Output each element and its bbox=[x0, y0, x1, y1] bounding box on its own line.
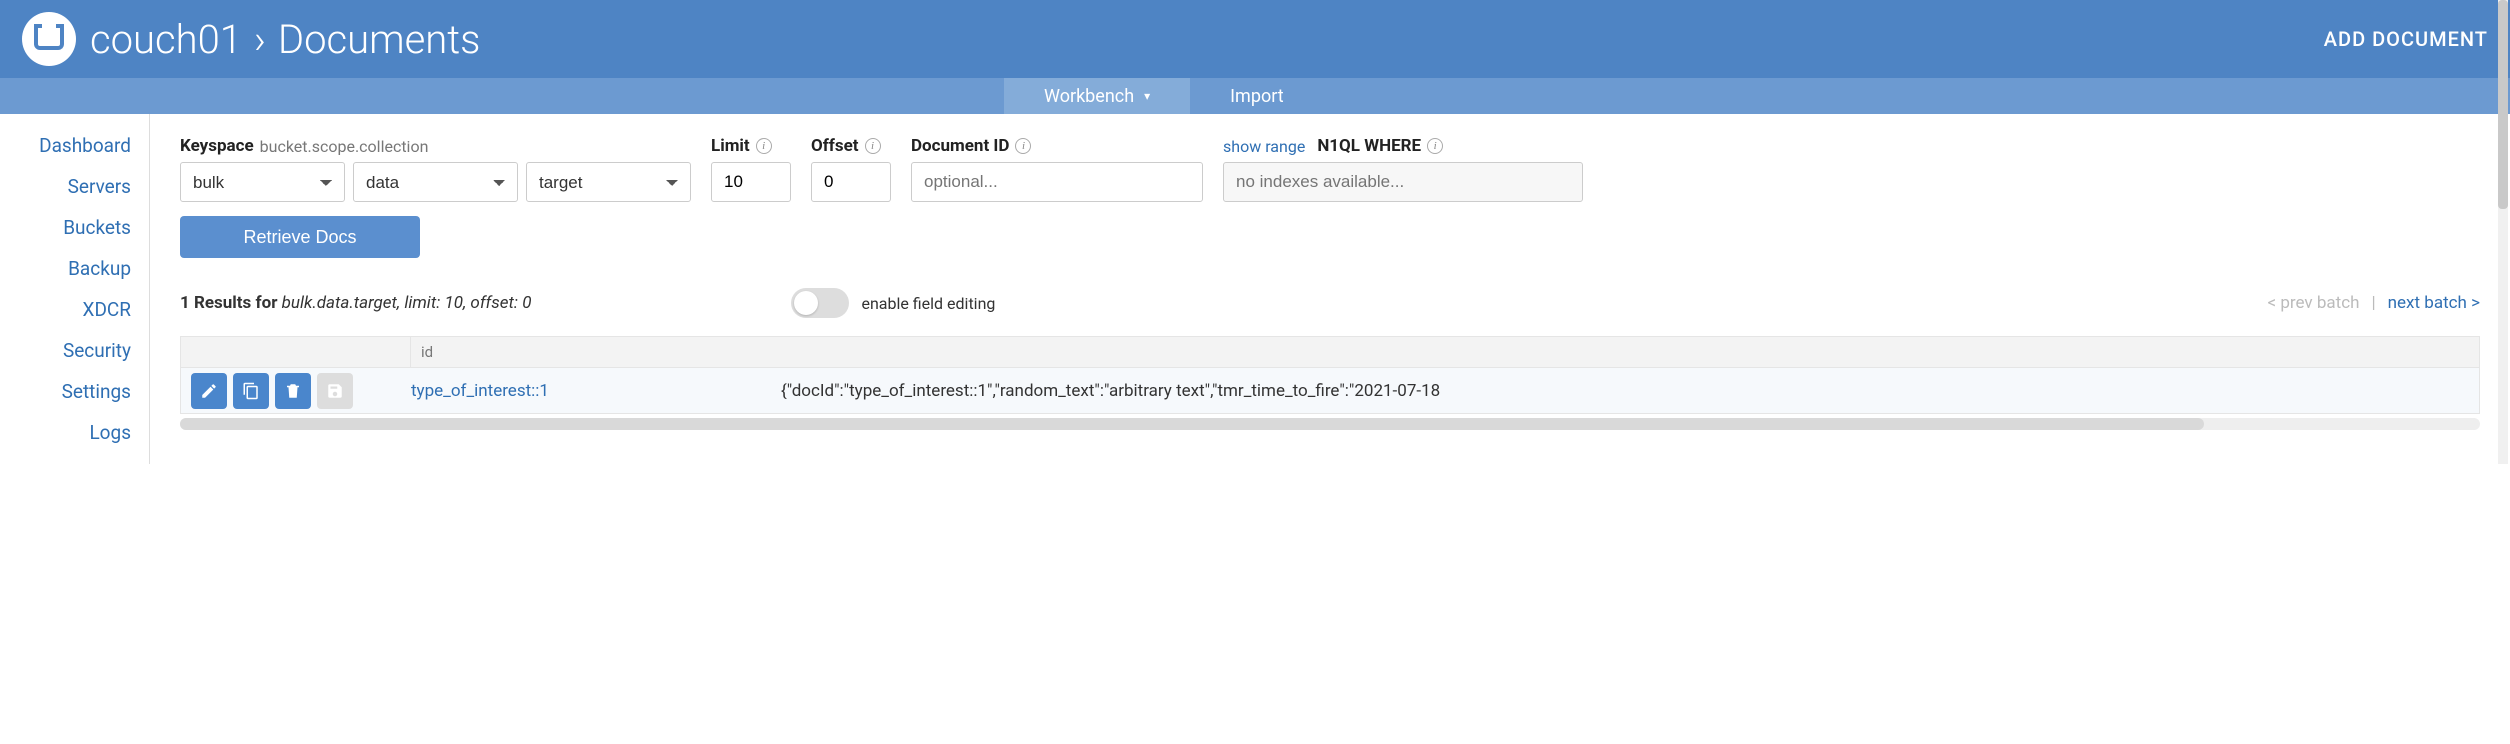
copy-icon[interactable] bbox=[233, 373, 269, 409]
table-header: id bbox=[180, 336, 2480, 368]
results-summary: 1 Results for bulk.data.target, limit: 1… bbox=[180, 293, 531, 313]
enable-field-editing-toggle[interactable] bbox=[791, 288, 849, 318]
row-json-preview: {"docId":"type_of_interest::1","random_t… bbox=[781, 381, 2479, 401]
enable-field-editing-label: enable field editing bbox=[861, 294, 995, 313]
breadcrumb-cluster[interactable]: couch01 bbox=[90, 16, 242, 63]
collection-select[interactable]: target bbox=[526, 162, 691, 202]
breadcrumb: couch01 › Documents bbox=[90, 16, 480, 63]
offset-input[interactable] bbox=[811, 162, 891, 202]
info-icon[interactable]: i bbox=[1427, 138, 1443, 154]
sidebar-item-servers[interactable]: Servers bbox=[68, 175, 131, 198]
tab-workbench[interactable]: Workbench ▾ bbox=[1004, 78, 1190, 114]
logo-icon bbox=[22, 12, 76, 66]
document-id-label: Document ID i bbox=[911, 136, 1203, 156]
sidebar-item-security[interactable]: Security bbox=[63, 339, 131, 362]
chevron-down-icon: ▾ bbox=[1144, 89, 1150, 103]
sidebar-item-logs[interactable]: Logs bbox=[89, 421, 131, 444]
document-id-input[interactable] bbox=[911, 162, 1203, 202]
prev-batch-link: < prev batch bbox=[2268, 293, 2360, 313]
keyspace-label: Keyspace bucket.scope.collection bbox=[180, 136, 691, 156]
tab-import-label: Import bbox=[1230, 86, 1283, 107]
tab-bar: Workbench ▾ Import bbox=[0, 78, 2510, 114]
info-icon[interactable]: i bbox=[1015, 138, 1031, 154]
info-icon[interactable]: i bbox=[865, 138, 881, 154]
sidebar: Dashboard Servers Buckets Backup XDCR Se… bbox=[0, 114, 150, 464]
sidebar-item-xdcr[interactable]: XDCR bbox=[83, 298, 131, 321]
column-id-header: id bbox=[411, 343, 433, 361]
delete-icon[interactable] bbox=[275, 373, 311, 409]
tab-import[interactable]: Import bbox=[1190, 78, 1323, 114]
show-range-link[interactable]: show range bbox=[1223, 137, 1305, 156]
sidebar-item-buckets[interactable]: Buckets bbox=[63, 216, 131, 239]
results-table: id type_of_interest: bbox=[180, 336, 2480, 430]
sidebar-item-backup[interactable]: Backup bbox=[68, 257, 131, 280]
retrieve-docs-button[interactable]: Retrieve Docs bbox=[180, 216, 420, 258]
row-id-link[interactable]: type_of_interest::1 bbox=[411, 381, 781, 401]
add-document-button[interactable]: ADD DOCUMENT bbox=[2324, 27, 2488, 51]
offset-label: Offset i bbox=[811, 136, 891, 156]
scope-select[interactable]: data bbox=[353, 162, 518, 202]
sidebar-item-dashboard[interactable]: Dashboard bbox=[39, 134, 131, 157]
breadcrumb-section: Documents bbox=[278, 16, 481, 63]
horizontal-scrollbar[interactable] bbox=[180, 418, 2480, 430]
bucket-select[interactable]: bulk bbox=[180, 162, 345, 202]
n1ql-where-label: show range N1QL WHERE i bbox=[1223, 136, 1583, 156]
batch-divider: | bbox=[2372, 293, 2376, 313]
content-area: Keyspace bucket.scope.collection bulk da… bbox=[150, 114, 2510, 464]
save-icon bbox=[317, 373, 353, 409]
edit-icon[interactable] bbox=[191, 373, 227, 409]
vertical-scrollbar[interactable] bbox=[2498, 0, 2508, 464]
next-batch-link[interactable]: next batch > bbox=[2388, 293, 2480, 313]
chevron-right-icon: › bbox=[254, 16, 266, 63]
limit-input[interactable] bbox=[711, 162, 791, 202]
tab-workbench-label: Workbench bbox=[1044, 86, 1134, 107]
info-icon[interactable]: i bbox=[756, 138, 772, 154]
top-header: couch01 › Documents ADD DOCUMENT bbox=[0, 0, 2510, 78]
table-row: type_of_interest::1 {"docId":"type_of_in… bbox=[180, 368, 2480, 414]
limit-label: Limit i bbox=[711, 136, 791, 156]
n1ql-where-input bbox=[1223, 162, 1583, 202]
sidebar-item-settings[interactable]: Settings bbox=[62, 380, 131, 403]
